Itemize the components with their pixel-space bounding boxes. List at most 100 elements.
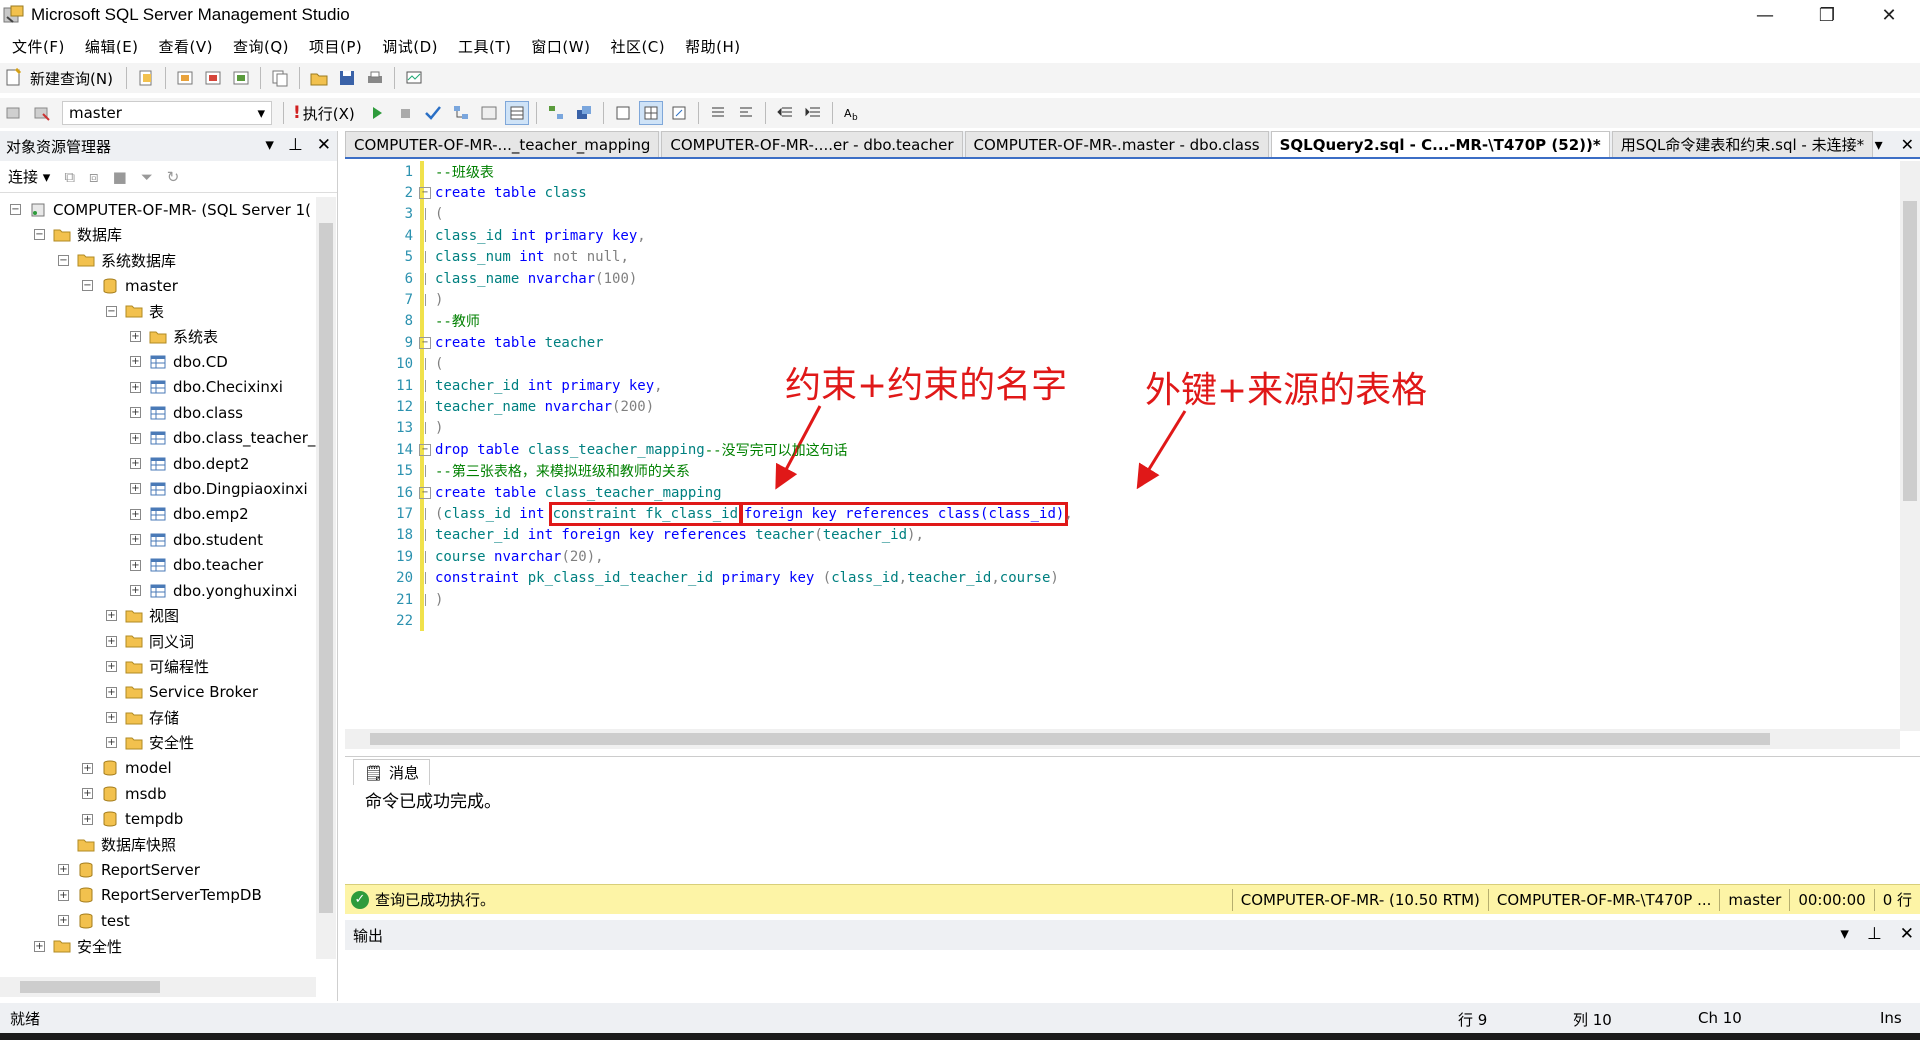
scrollbar-thumb[interactable] bbox=[319, 223, 333, 913]
collapse-toggle-icon[interactable]: − bbox=[58, 254, 69, 266]
tree-item[interactable]: + 存储 bbox=[106, 705, 179, 730]
tab-sqlquery2[interactable]: SQLQuery2.sql - C...-MR-\T470P (52))* bbox=[1270, 131, 1610, 157]
scrollbar-thumb[interactable] bbox=[1903, 201, 1917, 501]
open-file-icon[interactable] bbox=[307, 66, 331, 90]
display-plan-icon[interactable] bbox=[449, 101, 473, 125]
code-line[interactable]: 11 teacher_id int primary key, bbox=[345, 375, 662, 396]
results-to-text-icon[interactable] bbox=[611, 101, 635, 125]
expand-toggle-icon[interactable]: + bbox=[106, 661, 117, 673]
tree-item[interactable]: + model bbox=[82, 756, 172, 781]
tree-item[interactable]: + 安全性 bbox=[106, 730, 194, 755]
menu-project[interactable]: 项目(P) bbox=[309, 36, 362, 57]
comment-lines-icon[interactable] bbox=[706, 101, 730, 125]
connect-icon[interactable] bbox=[2, 101, 26, 125]
code-line[interactable]: 15 --第三张表格，来模拟班级和教师的关系 bbox=[345, 461, 690, 482]
connect-dropdown[interactable]: 连接 ▾ bbox=[8, 166, 50, 187]
new-file-icon[interactable] bbox=[134, 66, 158, 90]
activity-monitor-icon[interactable] bbox=[402, 66, 426, 90]
tree-item[interactable]: + dbo.teacher bbox=[130, 553, 263, 578]
menu-window[interactable]: 窗口(W) bbox=[531, 36, 590, 57]
scrollbar-thumb[interactable] bbox=[20, 981, 160, 993]
close-button[interactable]: ✕ bbox=[1858, 0, 1920, 30]
tree-item[interactable]: + dbo.yonghuxinxi bbox=[130, 578, 297, 603]
tree-item[interactable]: + Service Broker bbox=[106, 680, 258, 705]
menu-community[interactable]: 社区(C) bbox=[610, 36, 665, 57]
tab-dbo-teacher[interactable]: COMPUTER-OF-MR-....er - dbo.teacher bbox=[661, 131, 963, 157]
tree-item[interactable]: − 表 bbox=[106, 299, 164, 324]
menu-edit[interactable]: 编辑(E) bbox=[85, 36, 139, 57]
code-line[interactable]: 9− create table teacher bbox=[345, 332, 604, 353]
code-line[interactable]: 4 class_id int primary key, bbox=[345, 225, 646, 246]
uncomment-lines-icon[interactable] bbox=[734, 101, 758, 125]
code-line[interactable]: 2− create table class bbox=[345, 182, 587, 203]
code-line[interactable]: 7) bbox=[345, 289, 444, 310]
tree-item[interactable]: + dbo.CD bbox=[130, 349, 228, 374]
menu-view[interactable]: 查看(V) bbox=[159, 36, 213, 57]
connect-db-icon[interactable]: ⧉ bbox=[64, 168, 75, 186]
collapse-toggle-icon[interactable]: − bbox=[82, 280, 93, 292]
fold-collapse-icon[interactable]: − bbox=[419, 336, 431, 349]
restore-button[interactable]: ❐ bbox=[1796, 0, 1858, 30]
code-line[interactable]: 17 (class_id int constraint fk_class_id for… bbox=[345, 501, 1073, 526]
query-designer-icon[interactable] bbox=[477, 101, 501, 125]
fold-collapse-icon[interactable]: − bbox=[419, 443, 431, 456]
expand-toggle-icon[interactable]: + bbox=[58, 864, 69, 876]
tree-item[interactable]: + dbo.class bbox=[130, 400, 243, 425]
tree-item[interactable]: + 可编程性 bbox=[106, 654, 209, 679]
expand-toggle-icon[interactable]: + bbox=[130, 407, 141, 419]
expand-toggle-icon[interactable]: + bbox=[82, 788, 93, 800]
results-grid-toggle-icon[interactable] bbox=[638, 101, 663, 125]
scrollbar-thumb[interactable] bbox=[370, 733, 1770, 745]
tree-item[interactable]: − master bbox=[82, 273, 178, 298]
tree-item[interactable]: + 视图 bbox=[106, 603, 179, 628]
stop-icon[interactable] bbox=[393, 101, 417, 125]
tree-vertical-scrollbar[interactable] bbox=[316, 197, 336, 959]
code-line[interactable]: 22 bbox=[345, 610, 435, 631]
tree-item[interactable]: − 数据库 bbox=[34, 222, 122, 247]
collapse-toggle-icon[interactable]: − bbox=[34, 229, 45, 241]
tree-item[interactable]: + dbo.Dingpiaoxinxi bbox=[130, 476, 308, 501]
code-line[interactable]: 16− create table class_teacher_mapping bbox=[345, 482, 721, 503]
expand-toggle-icon[interactable]: + bbox=[34, 940, 45, 952]
tab-create-table-script[interactable]: 用SQL命令建表和约束.sql - 未连接* bbox=[1611, 131, 1874, 157]
expand-toggle-icon[interactable]: + bbox=[130, 508, 141, 520]
code-line[interactable]: 6 class_name nvarchar (100) bbox=[345, 268, 638, 289]
collapse-toggle-icon[interactable]: − bbox=[10, 204, 21, 215]
results-to-file-icon[interactable] bbox=[667, 101, 691, 125]
expand-toggle-icon[interactable]: + bbox=[106, 737, 117, 749]
tree-item[interactable]: + 系统表 bbox=[130, 324, 218, 349]
tree-item[interactable]: − COMPUTER-OF-MR- (SQL Server 1( bbox=[10, 197, 311, 222]
fold-collapse-icon[interactable]: − bbox=[419, 186, 431, 199]
tab-messages[interactable]: 🗒 消息 bbox=[353, 759, 431, 785]
fold-collapse-icon[interactable]: − bbox=[419, 486, 431, 499]
expand-toggle-icon[interactable]: + bbox=[58, 915, 69, 927]
tree-item[interactable]: + ReportServer bbox=[58, 857, 200, 882]
decrease-indent-icon[interactable] bbox=[773, 101, 797, 125]
code-line[interactable]: 18 teacher_id int foreign key references … bbox=[345, 525, 924, 546]
code-line[interactable]: 3( bbox=[345, 204, 444, 225]
database-dropdown[interactable]: master ▾ bbox=[62, 101, 272, 125]
tree-item[interactable]: + tempdb bbox=[82, 807, 183, 832]
expand-toggle-icon[interactable]: + bbox=[130, 432, 141, 444]
stop-icon[interactable]: ■ bbox=[113, 168, 127, 186]
analysis-query-icon[interactable] bbox=[201, 66, 225, 90]
database-engine-query-icon[interactable] bbox=[173, 66, 197, 90]
expand-toggle-icon[interactable]: + bbox=[130, 585, 141, 596]
tree-item[interactable]: + dbo.dept2 bbox=[130, 451, 249, 476]
expand-toggle-icon[interactable]: + bbox=[106, 635, 117, 647]
xmla-query-icon[interactable] bbox=[229, 66, 253, 90]
tree-item[interactable]: 数据库快照 bbox=[58, 832, 176, 857]
results-to-grid-icon[interactable] bbox=[504, 101, 529, 125]
code-line[interactable]: 13) bbox=[345, 418, 443, 439]
expand-toggle-icon[interactable]: + bbox=[82, 762, 93, 774]
print-icon[interactable] bbox=[363, 66, 387, 90]
tree-item[interactable]: + dbo.student bbox=[130, 527, 263, 552]
dropdown-arrow-icon[interactable]: ▾ bbox=[1840, 924, 1849, 944]
tab-teacher-mapping[interactable]: COMPUTER-OF-MR-..._teacher_mapping bbox=[345, 131, 660, 157]
code-line[interactable]: 21) bbox=[345, 589, 443, 610]
refresh-icon[interactable]: ↻ bbox=[167, 168, 180, 186]
expand-toggle-icon[interactable]: + bbox=[130, 331, 141, 342]
tree-item[interactable]: − 系统数据库 bbox=[58, 248, 176, 273]
expand-toggle-icon[interactable]: + bbox=[130, 534, 141, 546]
expand-toggle-icon[interactable]: + bbox=[58, 889, 69, 901]
